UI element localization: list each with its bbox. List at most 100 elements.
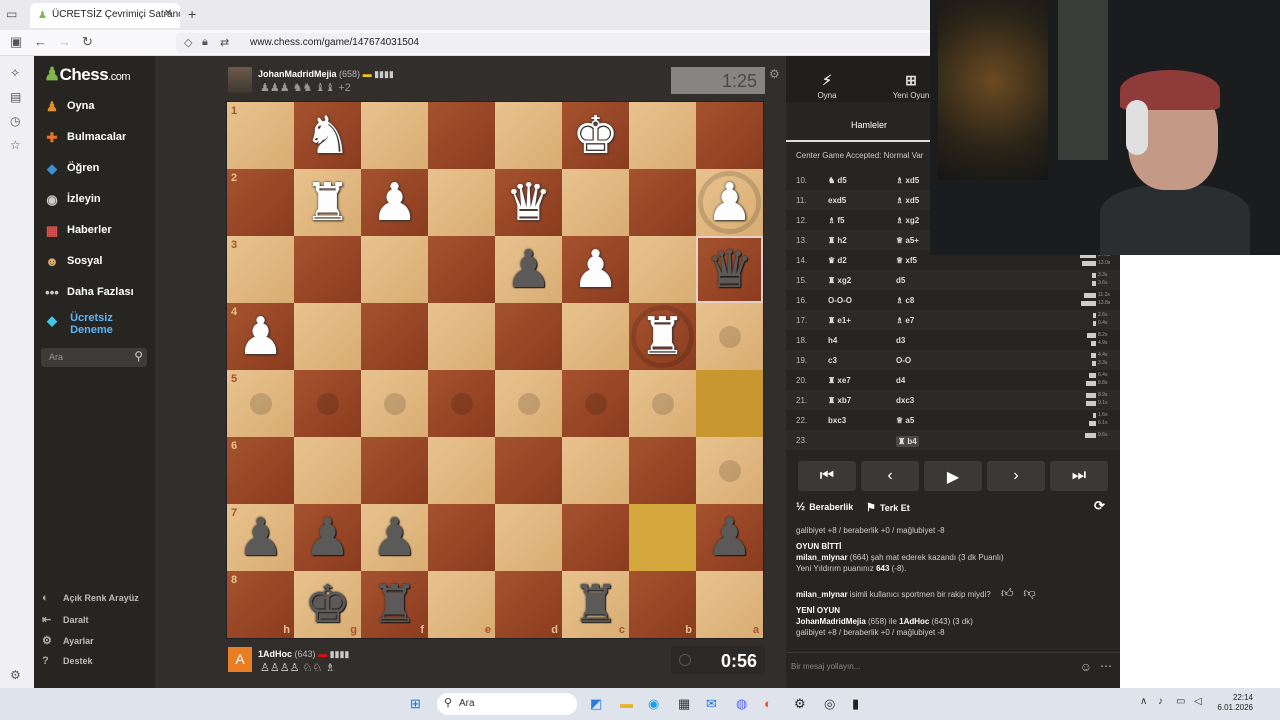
black-move[interactable]: d5 [896, 276, 905, 285]
prev-move-button[interactable]: ‹ [861, 461, 919, 491]
black-move[interactable]: ♜ b4 [896, 436, 919, 447]
app-icon[interactable]: ◩ [590, 696, 602, 712]
chat-user[interactable]: milan_mlynar [796, 590, 848, 599]
square-g4[interactable] [294, 303, 361, 370]
square-f3[interactable] [361, 236, 428, 303]
square-a5[interactable] [696, 370, 763, 437]
black-rook-icon[interactable]: ♜ [361, 571, 428, 638]
black-king-icon[interactable]: ♚ [294, 571, 361, 638]
obs-icon[interactable]: ◎ [824, 696, 835, 712]
black-move[interactable]: O-O [896, 356, 911, 365]
first-move-button[interactable]: ⏮︎ [798, 461, 856, 491]
square-a2[interactable]: ♟ [696, 169, 763, 236]
mic-icon[interactable]: ♪ [1158, 696, 1163, 707]
nav-search-input[interactable]: Ara ⚲ [41, 348, 147, 367]
board-settings-icon[interactable]: ⚙ [769, 67, 780, 81]
square-a3[interactable]: ♛ [696, 236, 763, 303]
ai-icon[interactable]: ✧ [10, 66, 20, 80]
square-g6[interactable] [294, 437, 361, 504]
nav-item-more[interactable]: ••• Daha Fazlası [42, 285, 152, 307]
square-d8[interactable]: d [495, 571, 562, 638]
black-move[interactable]: ♗ xd5 [896, 196, 919, 205]
play-button[interactable]: ▶︎ [924, 461, 982, 491]
black-pawn-icon[interactable]: ♟ [696, 504, 763, 571]
black-move[interactable]: ♕ a5+ [896, 236, 919, 245]
white-move[interactable]: ♜ xg2 [828, 276, 851, 285]
close-tab-icon[interactable]: ✕ [164, 8, 172, 19]
square-h8[interactable]: 8h [227, 571, 294, 638]
taskbar-search[interactable]: ⚲ Ara [437, 693, 577, 715]
square-g2[interactable]: ♜ [294, 169, 361, 236]
square-c4[interactable] [562, 303, 629, 370]
white-move[interactable]: O-O-O [828, 296, 852, 305]
white-pawn-icon[interactable]: ♟ [227, 303, 294, 370]
square-a6[interactable] [696, 437, 763, 504]
nav-item-watch[interactable]: ◉ İzleyin [42, 192, 152, 214]
black-rook-icon[interactable]: ♜ [562, 571, 629, 638]
nav-item-social[interactable]: ☻ Sosyal [42, 254, 152, 276]
square-a7[interactable]: ♟ [696, 504, 763, 571]
square-g7[interactable]: ♟ [294, 504, 361, 571]
chat-user[interactable]: milan_mlynar [796, 553, 848, 562]
steam-icon[interactable]: ⚙ [794, 696, 806, 712]
bottom-player-avatar[interactable]: A [228, 647, 252, 672]
more-options-icon[interactable]: ⋯ [1100, 659, 1112, 673]
square-e8[interactable]: e [428, 571, 495, 638]
square-c5[interactable] [562, 370, 629, 437]
square-f2[interactable]: ♟ [361, 169, 428, 236]
white-move[interactable]: ♛ d2 [828, 256, 847, 265]
black-move[interactable]: ♗ xd5 [896, 176, 919, 185]
black-queen-icon[interactable]: ♛ [696, 236, 763, 303]
volume-icon[interactable]: ◁ [1194, 696, 1202, 707]
square-f8[interactable]: f ♜ [361, 571, 428, 638]
square-d7[interactable] [495, 504, 562, 571]
square-f4[interactable] [361, 303, 428, 370]
white-move[interactable]: ♗ f5 [828, 216, 845, 225]
sidebar-toggle-icon[interactable]: ▣ [10, 34, 22, 50]
square-e6[interactable] [428, 437, 495, 504]
reload-icon[interactable]: ↻ [82, 34, 93, 50]
top-player-avatar[interactable] [228, 67, 252, 93]
square-e5[interactable] [428, 370, 495, 437]
square-c3[interactable]: ♟ [562, 236, 629, 303]
square-c1[interactable]: ♚ [562, 102, 629, 169]
lock-icon[interactable]: 🔒︎ [202, 36, 208, 49]
square-h2[interactable]: 2 [227, 169, 294, 236]
square-d5[interactable] [495, 370, 562, 437]
square-e1[interactable] [428, 102, 495, 169]
square-g1[interactable]: ♞ [294, 102, 361, 169]
black-pawn-icon[interactable]: ♟ [361, 504, 428, 571]
folder-icon[interactable]: ▬ [620, 696, 633, 711]
address-bar[interactable]: ◇ 🔒︎ ⇄ www.chess.com/game/147674031504 [176, 33, 930, 53]
next-move-button[interactable]: › [987, 461, 1045, 491]
black-move[interactable]: ♕ xf5 [896, 256, 917, 265]
square-b4[interactable]: ♜ [629, 303, 696, 370]
square-d4[interactable] [495, 303, 562, 370]
white-knight-icon[interactable]: ♞ [294, 102, 361, 169]
square-d3[interactable]: ♟ [495, 236, 562, 303]
thumbs-down-icon[interactable]: 👎︎ [1024, 586, 1036, 600]
square-c8[interactable]: c ♜ [562, 571, 629, 638]
white-move[interactable]: ♜ xe7 [828, 376, 851, 385]
tab-play[interactable]: ⚡︎ Oyna [786, 56, 868, 102]
square-h6[interactable]: 6 [227, 437, 294, 504]
tab-list-icon[interactable]: ▭ [6, 7, 17, 21]
mail-icon[interactable]: ✉ [706, 696, 717, 712]
nav-item-news[interactable]: ▦ Haberler [42, 223, 152, 245]
nav-item-play[interactable]: ♟ Oyna [42, 99, 152, 121]
white-pawn-icon[interactable]: ♟ [696, 169, 763, 236]
square-d2[interactable]: ♛ [495, 169, 562, 236]
bottom-player-name[interactable]: 1AdHoc [258, 649, 292, 659]
black-move[interactable]: ♕ a5 [896, 416, 914, 425]
black-move[interactable]: d3 [896, 336, 905, 345]
tab-moves[interactable]: Hamleler [786, 112, 952, 142]
black-pawn-icon[interactable]: ♟ [294, 504, 361, 571]
square-c6[interactable] [562, 437, 629, 504]
white-pawn-icon[interactable]: ♟ [562, 236, 629, 303]
last-move-button[interactable]: ⏭︎ [1050, 461, 1108, 491]
nav-item-puzzles[interactable]: ✚ Bulmacalar [42, 130, 152, 152]
draw-button[interactable]: ½ Beraberlik [796, 501, 853, 513]
epic-icon[interactable]: ▮ [852, 696, 859, 712]
nav-bottom-theme[interactable]: ◐ Açık Renk Arayüz [42, 592, 139, 604]
nav-bottom-help[interactable]: ? Destek [42, 655, 93, 667]
